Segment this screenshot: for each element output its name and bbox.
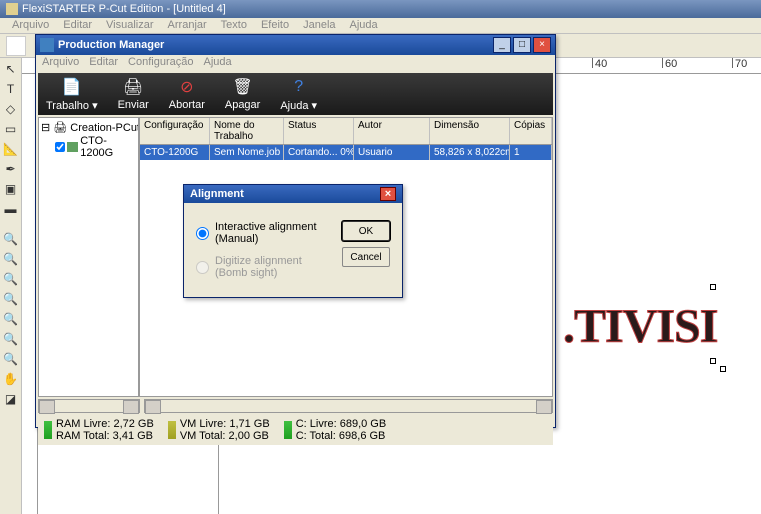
- col-config[interactable]: Configuração: [140, 118, 210, 144]
- pointer-tool-icon[interactable]: ↖: [2, 60, 20, 78]
- pm-app-icon: [40, 38, 54, 52]
- close-button[interactable]: ×: [533, 37, 551, 53]
- vm-bar-icon: [168, 421, 176, 439]
- minimize-button[interactable]: _: [493, 37, 511, 53]
- col-copies[interactable]: Cópias: [510, 118, 552, 144]
- menu-arquivo[interactable]: Arquivo: [6, 19, 55, 32]
- zoom-page-icon[interactable]: 🔍: [2, 270, 20, 288]
- zoom-in-icon[interactable]: 🔍: [2, 230, 20, 248]
- app-icon: [6, 3, 18, 15]
- rotate-handle[interactable]: [720, 366, 726, 372]
- menu-ajuda[interactable]: Ajuda: [344, 19, 384, 32]
- help-icon: ?: [288, 77, 310, 97]
- pm-menu-editar[interactable]: Editar: [89, 56, 118, 70]
- menu-arranjar[interactable]: Arranjar: [162, 19, 213, 32]
- align-body: Interactive alignment (Manual) Digitize …: [184, 203, 402, 297]
- grid-header: Configuração Nome do Trabalho Status Aut…: [140, 118, 552, 145]
- text-tool-icon[interactable]: T: [2, 80, 20, 98]
- menu-editar[interactable]: Editar: [57, 19, 98, 32]
- fill-tool-icon[interactable]: ▬: [2, 200, 20, 218]
- grid-scrollbar[interactable]: [144, 399, 553, 413]
- pm-title: Production Manager: [58, 39, 491, 51]
- ruler-tick: 40: [592, 58, 607, 68]
- tree-item[interactable]: CTO-1200G: [41, 135, 136, 159]
- main-title: FlexiSTARTER P-Cut Edition - [Untitled 4…: [22, 3, 226, 15]
- send-button[interactable]: 🖨Enviar: [118, 77, 149, 111]
- align-title: Alignment: [190, 188, 380, 200]
- menu-texto[interactable]: Texto: [215, 19, 253, 32]
- menu-janela[interactable]: Janela: [297, 19, 341, 32]
- pm-menu-arquivo[interactable]: Arquivo: [42, 56, 79, 70]
- delete-button[interactable]: 🗑Apagar: [225, 77, 260, 111]
- main-menubar: Arquivo Editar Visualizar Arranjar Texto…: [0, 18, 761, 34]
- selection-handle[interactable]: [710, 284, 716, 290]
- canvas-text-object[interactable]: .TIVISI: [563, 299, 717, 354]
- help-button[interactable]: ?Ajuda ▾: [280, 77, 317, 112]
- selection-handle[interactable]: [710, 358, 716, 364]
- maximize-button[interactable]: □: [513, 37, 531, 53]
- device-tree[interactable]: ⊟ 🖨 Creation-PCut CTO-120 CTO-1200G: [38, 117, 139, 397]
- main-titlebar: FlexiSTARTER P-Cut Edition - [Untitled 4…: [0, 0, 761, 18]
- hand-tool-icon[interactable]: ✋: [2, 370, 20, 388]
- cutter-icon: [67, 142, 78, 152]
- printer-icon: 🖨: [122, 77, 144, 97]
- job-button[interactable]: 📄Trabalho ▾: [46, 77, 98, 112]
- menu-efeito[interactable]: Efeito: [255, 19, 295, 32]
- digitize-alignment-radio: Digitize alignment (Bomb sight): [196, 255, 328, 279]
- zoom-out-icon[interactable]: 🔍: [2, 250, 20, 268]
- new-doc-button[interactable]: [6, 36, 26, 56]
- frame-tool-icon[interactable]: ▣: [2, 180, 20, 198]
- zoom-all-icon[interactable]: 🔍: [2, 330, 20, 348]
- cancel-button[interactable]: Cancel: [342, 247, 390, 267]
- zoom-sel-icon[interactable]: 🔍: [2, 310, 20, 328]
- measure-tool-icon[interactable]: 📐: [2, 140, 20, 158]
- abort-button[interactable]: ⊘Abortar: [169, 77, 205, 111]
- tree-scrollbar[interactable]: [38, 399, 140, 413]
- ram-bar-icon: [44, 421, 52, 439]
- interactive-alignment-radio[interactable]: Interactive alignment (Manual): [196, 221, 328, 245]
- col-name[interactable]: Nome do Trabalho: [210, 118, 284, 144]
- zoom-fit-icon[interactable]: 🔍: [2, 290, 20, 308]
- pm-menu-ajuda[interactable]: Ajuda: [203, 56, 231, 70]
- shape-tool-icon[interactable]: ◇: [2, 100, 20, 118]
- align-titlebar[interactable]: Alignment ×: [184, 185, 402, 203]
- zoom-prev-icon[interactable]: 🔍: [2, 350, 20, 368]
- abort-icon: ⊘: [176, 77, 198, 97]
- pm-toolbar: 📄Trabalho ▾ 🖨Enviar ⊘Abortar 🗑Apagar ?Aj…: [38, 73, 553, 115]
- pm-titlebar[interactable]: Production Manager _ □ ×: [36, 35, 555, 55]
- table-row[interactable]: CTO-1200G Sem Nome.job Cortando... 0% Us…: [140, 145, 552, 160]
- pen-tool-icon[interactable]: ✒: [2, 160, 20, 178]
- pm-statusbar: RAM Livre: 2,72 GBRAM Total: 3,41 GB VM …: [38, 415, 553, 445]
- tree-root: ⊟ 🖨 Creation-PCut CTO-120: [41, 120, 136, 135]
- col-status[interactable]: Status: [284, 118, 354, 144]
- disk-bar-icon: [284, 421, 292, 439]
- job-icon: 📄: [61, 77, 83, 97]
- pm-menubar: Arquivo Editar Configuração Ajuda: [36, 55, 555, 71]
- col-author[interactable]: Autor: [354, 118, 430, 144]
- pm-menu-config[interactable]: Configuração: [128, 56, 193, 70]
- tree-checkbox[interactable]: [55, 142, 65, 152]
- color-tool-icon[interactable]: ◪: [2, 390, 20, 408]
- left-toolbar: ↖ T ◇ ▭ 📐 ✒ ▣ ▬ 🔍 🔍 🔍 🔍 🔍 🔍 🔍 ✋ ◪: [0, 58, 22, 514]
- col-dim[interactable]: Dimensão: [430, 118, 510, 144]
- align-close-button[interactable]: ×: [380, 187, 396, 201]
- ok-button[interactable]: OK: [342, 221, 390, 241]
- ruler-tick: 60: [662, 58, 677, 68]
- menu-visualizar[interactable]: Visualizar: [100, 19, 160, 32]
- rect-tool-icon[interactable]: ▭: [2, 120, 20, 138]
- trash-icon: 🗑: [232, 77, 254, 97]
- alignment-dialog: Alignment × Interactive alignment (Manua…: [183, 184, 403, 298]
- ruler-tick: 70: [732, 58, 747, 68]
